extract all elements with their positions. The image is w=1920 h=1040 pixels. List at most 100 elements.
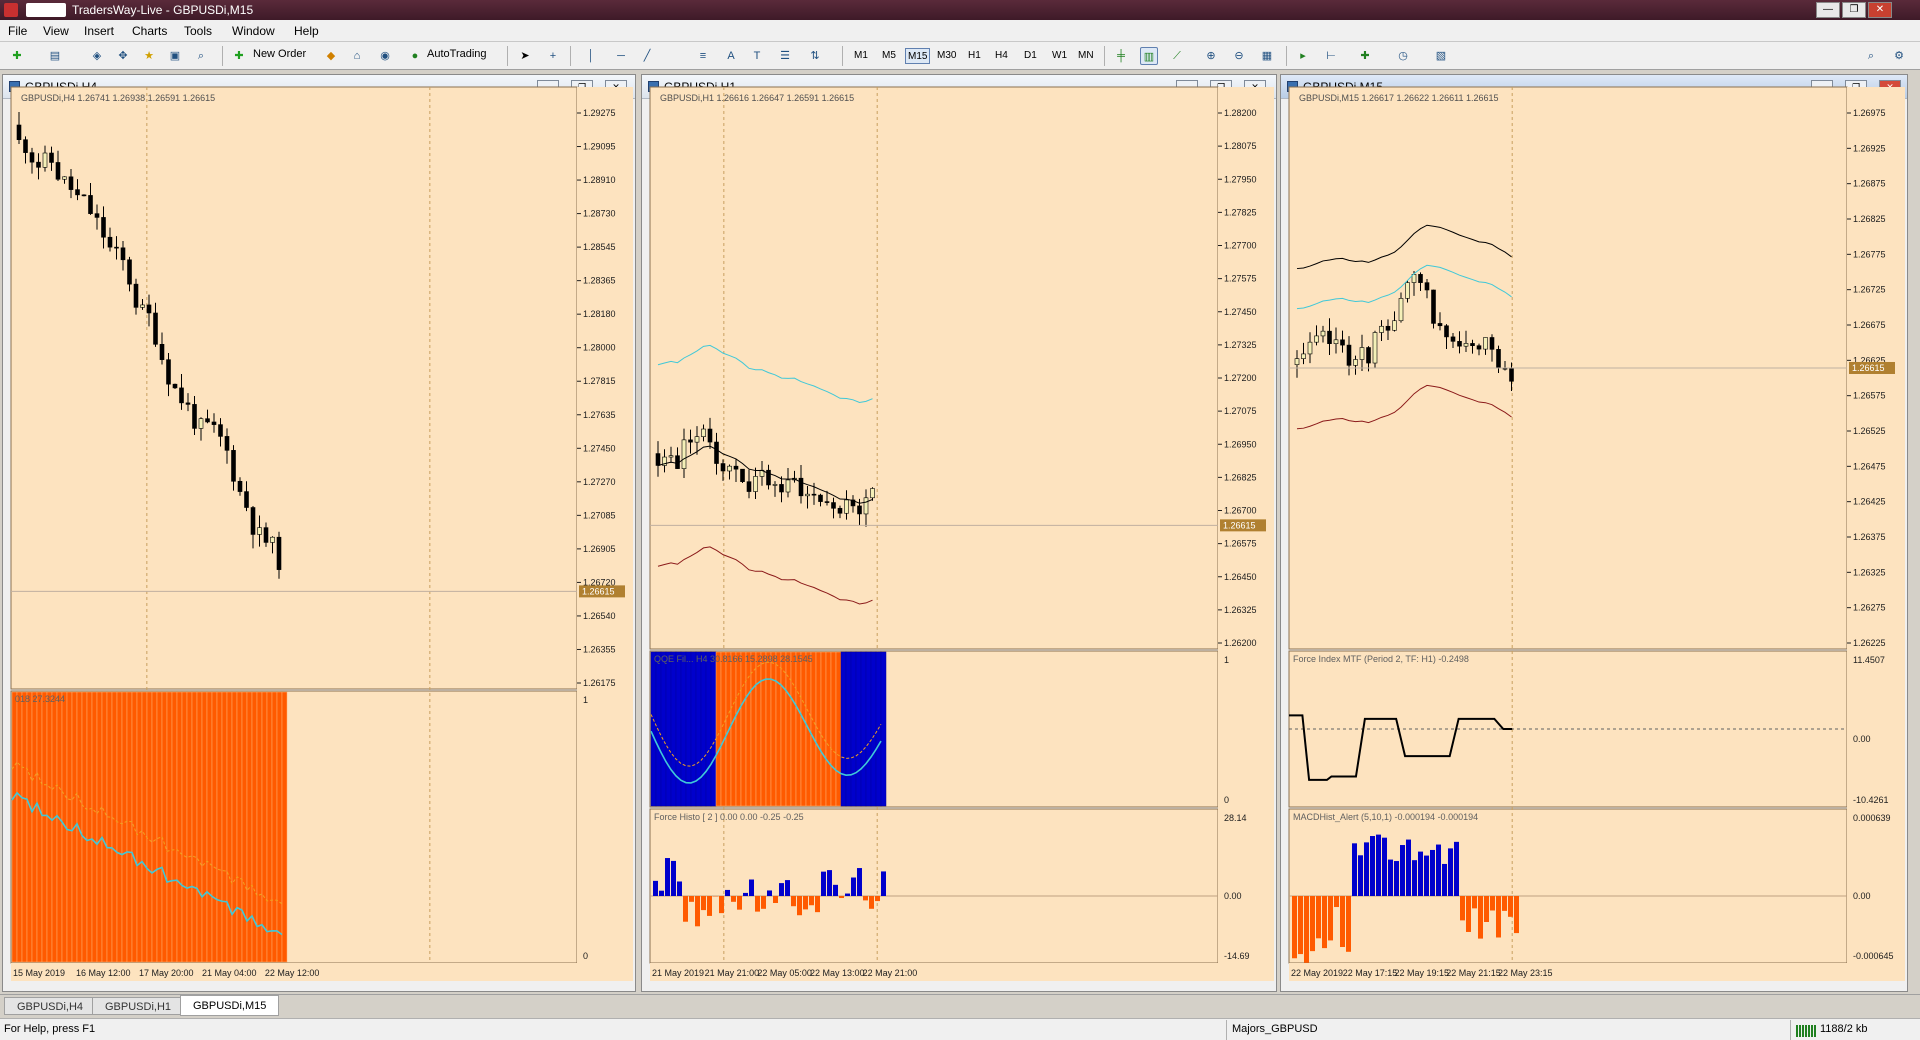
candle-body	[127, 259, 132, 285]
tile-windows-icon[interactable]: ▦	[1258, 47, 1276, 65]
timeframe-h4[interactable]: H4	[993, 48, 1010, 64]
timeframe-h1[interactable]: H1	[966, 48, 983, 64]
chart-window-m15[interactable]: GBPUSDi,M15 ▁ ❐ ✕ 1.269751.269251.268751…	[1280, 74, 1908, 992]
price-label: 1.26700	[1224, 506, 1257, 516]
indicators-icon[interactable]: ✚	[1356, 47, 1374, 65]
autoscroll-icon[interactable]: ▸	[1294, 47, 1312, 65]
price-label: 1.28910	[583, 175, 616, 185]
zoom-in-icon[interactable]: ⊕	[1202, 47, 1220, 65]
candle-body	[120, 247, 126, 261]
bar-chart-icon[interactable]: ╪	[1112, 47, 1130, 65]
autotrading-icon[interactable]: ●	[406, 47, 424, 65]
templates-icon[interactable]: ▧	[1432, 47, 1450, 65]
histogram-bar	[773, 896, 778, 903]
timeframe-w1[interactable]: W1	[1050, 48, 1069, 64]
candle-body	[733, 465, 739, 470]
timeframe-m30[interactable]: M30	[935, 48, 958, 64]
line-chart-icon[interactable]: ⟋	[1168, 47, 1186, 65]
candle-body	[276, 536, 282, 570]
strategy-tester-icon[interactable]: ⌕	[192, 47, 210, 65]
subwindow-background	[649, 808, 1219, 964]
channel-icon[interactable]: ≡	[694, 47, 712, 65]
data-window-icon[interactable]: ✥	[114, 47, 132, 65]
timeframe-mn[interactable]: MN	[1076, 48, 1096, 64]
zoom-out-icon[interactable]: ⊖	[1230, 47, 1248, 65]
vertical-line-icon[interactable]: │	[582, 47, 600, 65]
menu-file[interactable]: File	[8, 24, 27, 38]
periods-icon[interactable]: ◷	[1394, 47, 1412, 65]
chart-header-ohlc: GBPUSDi,H1 1.26616 1.26647 1.26591 1.266…	[660, 93, 854, 103]
candlestick-icon[interactable]: ▥	[1140, 47, 1158, 65]
crosshair-icon[interactable]: +	[544, 47, 562, 65]
market-watch-icon[interactable]: ◈	[88, 47, 106, 65]
profiles-icon[interactable]: ▤	[46, 47, 64, 65]
price-label: 1.26425	[1853, 497, 1886, 507]
text-label-icon[interactable]: T	[748, 47, 766, 65]
chart-shift-icon[interactable]: ⊢	[1322, 47, 1340, 65]
histogram-bar	[261, 691, 268, 963]
options-icon[interactable]: ⚙	[1890, 47, 1908, 65]
histogram-bar	[51, 691, 58, 963]
histogram-bar	[835, 651, 842, 807]
candle-body	[68, 176, 74, 190]
chart-window-h1[interactable]: GBPUSDi,H1 ▁ ❐ ✕ 1.282001.280751.279501.…	[641, 74, 1277, 992]
histogram-bar	[809, 896, 814, 906]
signals-icon[interactable]: ◉	[376, 47, 394, 65]
minimize-button[interactable]: —	[1816, 2, 1840, 18]
arrows-icon[interactable]: ⇅	[806, 47, 824, 65]
timeframe-m1[interactable]: M1	[852, 48, 870, 64]
histogram-bar	[86, 691, 93, 963]
text-icon[interactable]: A	[722, 47, 740, 65]
menu-insert[interactable]: Insert	[84, 24, 114, 38]
menu-tools[interactable]: Tools	[184, 24, 212, 38]
histogram-bar	[683, 896, 688, 922]
new-order-button[interactable]: New Order	[253, 48, 306, 60]
timeframe-m15[interactable]: M15	[905, 48, 931, 64]
metaeditor-icon[interactable]: ◆	[322, 47, 340, 65]
timeframe-m5[interactable]: M5	[880, 48, 898, 64]
histogram-bar	[1334, 896, 1339, 908]
histogram-bar	[677, 881, 682, 896]
histogram-bar	[96, 691, 103, 963]
candle-body	[1509, 368, 1514, 382]
price-chart[interactable]: 1.29275 1.29095 1.28910 1.28730 1.28545 1.283…	[3, 75, 635, 991]
candle-body	[42, 152, 48, 168]
market-icon[interactable]: ⌂	[348, 47, 366, 65]
menu-view[interactable]: View	[43, 24, 69, 38]
time-label: 15 May 2019	[13, 968, 65, 978]
cursor-icon[interactable]: ➤	[516, 47, 534, 65]
candle-body	[779, 484, 784, 493]
autotrading-button[interactable]: AutoTrading	[427, 48, 487, 60]
histogram-bar	[1436, 844, 1441, 896]
maximize-button[interactable]: ❐	[1842, 2, 1866, 18]
timeframe-d1[interactable]: D1	[1022, 48, 1039, 64]
menu-charts[interactable]: Charts	[132, 24, 167, 38]
tab-gbpusd-h1[interactable]: GBPUSDi,H1	[92, 997, 185, 1015]
candle-body	[1450, 336, 1456, 342]
histogram-bar	[725, 889, 730, 896]
price-label: 1.27575	[1224, 274, 1257, 284]
menu-window[interactable]: Window	[232, 24, 275, 38]
indicator-label: Force Histo [ 2 ] 0.00 0.00 -0.25 -0.25	[654, 812, 804, 822]
candle-body	[140, 304, 145, 308]
horizontal-line-icon[interactable]: ─	[612, 47, 630, 65]
price-chart[interactable]: 1.28200 1.28075 1.27950 1.27825 1.27700 1.275…	[642, 75, 1276, 991]
indicator-axis-bottom: -10.4261	[1853, 795, 1889, 805]
search-icon[interactable]: ⌕	[1862, 47, 1880, 65]
histogram-bar	[660, 651, 667, 807]
price-chart[interactable]: 1.26975 1.26925 1.26875 1.26825 1.26775 1.267…	[1281, 75, 1907, 991]
trendline-icon[interactable]: ╱	[638, 47, 656, 65]
candle-body	[720, 463, 726, 472]
new-order-icon[interactable]: ✚	[230, 47, 248, 65]
histogram-bar	[1478, 896, 1483, 939]
fibonacci-icon[interactable]: ☰	[776, 47, 794, 65]
histogram-bar	[653, 880, 658, 896]
terminal-icon[interactable]: ▣	[166, 47, 184, 65]
chart-window-h4[interactable]: GBPUSDi,H4 ▁ ❐ ✕ 1.292751.290951.289101.…	[2, 74, 636, 992]
tab-gbpusd-m15[interactable]: GBPUSDi,M15	[180, 995, 280, 1016]
navigator-icon[interactable]: ★	[140, 47, 158, 65]
menu-help[interactable]: Help	[294, 24, 319, 38]
new-chart-icon[interactable]: ✚	[8, 47, 26, 65]
tab-gbpusd-h4[interactable]: GBPUSDi,H4	[4, 997, 97, 1015]
close-button[interactable]: ✕	[1868, 2, 1892, 18]
